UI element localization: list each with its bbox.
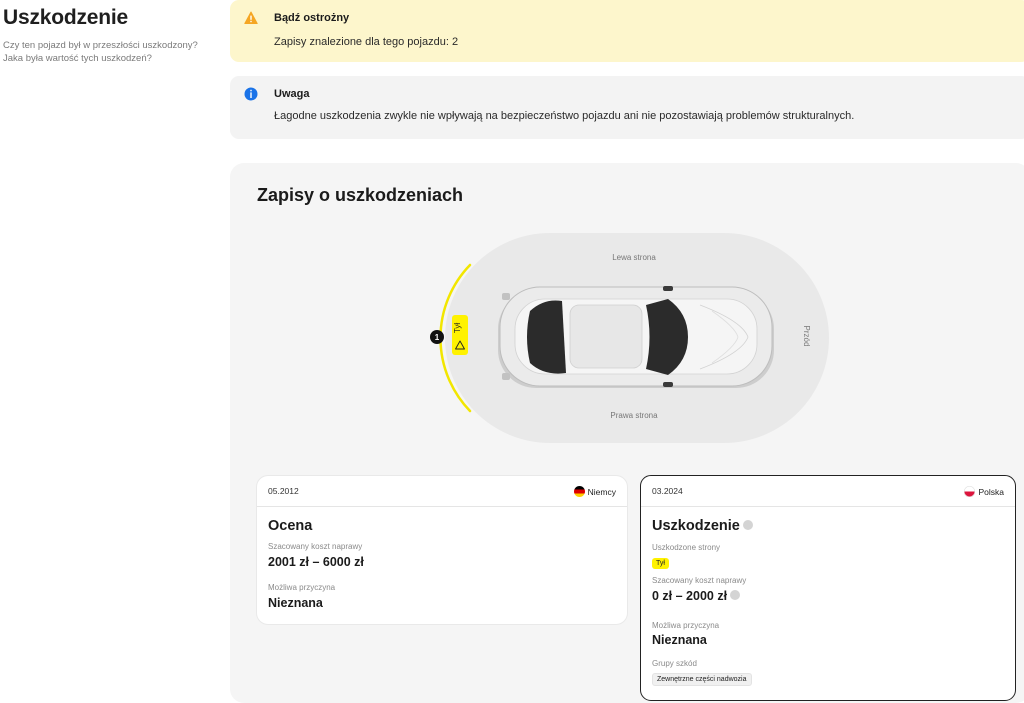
- record-heading-text: Uszkodzenie: [652, 518, 740, 534]
- record-header: 05.2012 Niemcy: [257, 476, 627, 507]
- section-title: Uszkodzenie: [3, 6, 128, 29]
- car-damage-diagram: Lewa strona Prawa strona Przód 1 Tył: [430, 233, 829, 443]
- right-side-label: Prawa strona: [610, 411, 658, 420]
- record-header: 03.2024 Polska: [641, 476, 1015, 507]
- germany-flag-icon: [573, 486, 585, 497]
- repair-cost-value: 2001 zł – 6000 zł: [268, 555, 364, 569]
- damage-record-card[interactable]: 05.2012 Niemcy Ocena Szacowany koszt nap…: [257, 476, 627, 624]
- section-description: Czy ten pojazd był w przeszłości uszkodz…: [3, 40, 198, 64]
- record-heading: Ocena: [268, 518, 313, 534]
- repair-cost-label: Szacowany koszt naprawy: [268, 542, 363, 551]
- info-title: Uwaga: [274, 88, 310, 100]
- damaged-side-tag: Tył: [652, 558, 669, 569]
- record-date: 03.2024: [652, 486, 683, 496]
- info-message: Łagodne uszkodzenia zwykle nie wpływają …: [274, 110, 855, 122]
- warning-title: Bądź ostrożny: [274, 12, 350, 24]
- repair-cost-label: Szacowany koszt naprawy: [652, 576, 747, 585]
- repair-cost-text: 0 zł – 2000 zł: [652, 589, 728, 603]
- car-top-view: [498, 286, 774, 388]
- record-date: 05.2012: [268, 486, 299, 496]
- warning-message: Zapisy znalezione dla tego pojazdu: 2: [274, 36, 459, 48]
- record-country: Niemcy: [573, 486, 616, 497]
- info-alert: Uwaga Łagodne uszkodzenia zwykle nie wpł…: [230, 76, 1024, 139]
- damage-groups-label: Grupy szkód: [652, 659, 697, 668]
- damaged-sides-label: Uszkodzone strony: [652, 543, 721, 552]
- cause-label: Możliwa przyczyna: [652, 621, 720, 630]
- record-country-name: Niemcy: [587, 487, 616, 497]
- info-icon: [244, 87, 258, 101]
- left-side-label: Lewa strona: [612, 253, 656, 262]
- cause-value: Nieznana: [652, 633, 707, 647]
- poland-flag-icon: [964, 486, 976, 497]
- help-icon[interactable]: [730, 590, 741, 600]
- damage-records-panel: Zapisy o uszkodzeniach Lewa strona Prawa…: [230, 163, 1024, 703]
- damage-marker-label: Tył: [453, 323, 462, 333]
- help-icon[interactable]: [742, 520, 753, 530]
- cause-value: Nieznana: [268, 596, 323, 610]
- cause-label: Możliwa przyczyna: [268, 583, 336, 592]
- record-country: Polska: [964, 486, 1004, 497]
- section-intro: Uszkodzenie Czy ten pojazd był w przeszł…: [3, 6, 203, 65]
- repair-cost-value: 0 zł – 2000 zł: [652, 589, 741, 603]
- damage-marker-number: 1: [435, 333, 440, 342]
- damage-record-card-selected[interactable]: 03.2024 Polska Uszkodzenie Uszkodzone st…: [640, 475, 1016, 701]
- damage-group-tag: Zewnętrzne części nadwozia: [652, 673, 752, 686]
- warning-alert: Bądź ostrożny Zapisy znalezione dla tego…: [230, 0, 1024, 62]
- record-country-name: Polska: [978, 487, 1004, 497]
- warning-icon: [244, 11, 258, 24]
- front-label: Przód: [802, 326, 811, 347]
- record-heading: Uszkodzenie: [652, 518, 753, 534]
